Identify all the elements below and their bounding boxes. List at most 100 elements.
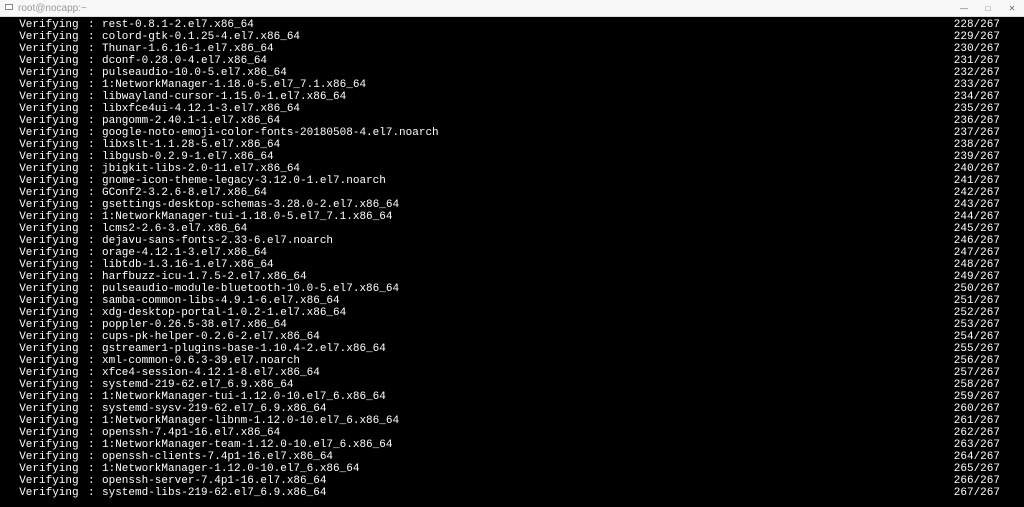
verify-label: Verifying — [6, 79, 88, 91]
progress-counter: 266/267 — [940, 475, 1000, 487]
progress-counter: 262/267 — [940, 427, 1000, 439]
package-name: colord-gtk-0.1.25-4.el7.x86_64 — [102, 31, 940, 43]
verify-label: Verifying — [6, 331, 88, 343]
progress-counter: 257/267 — [940, 367, 1000, 379]
output-line: Verifying: rest-0.8.1-2.el7.x86_64228/26… — [6, 19, 1000, 31]
output-line: Verifying: lcms2-2.6-3.el7.x86_64245/267 — [6, 223, 1000, 235]
verify-label: Verifying — [6, 343, 88, 355]
package-name: pangomm-2.40.1-1.el7.x86_64 — [102, 115, 940, 127]
colon: : — [88, 403, 102, 415]
colon: : — [88, 55, 102, 67]
output-line: Verifying: gnome-icon-theme-legacy-3.12.… — [6, 175, 1000, 187]
output-line: Verifying: 1:NetworkManager-libnm-1.12.0… — [6, 415, 1000, 427]
colon: : — [88, 223, 102, 235]
output-line: Verifying: systemd-219-62.el7_6.9.x86_64… — [6, 379, 1000, 391]
verify-label: Verifying — [6, 175, 88, 187]
package-name: rest-0.8.1-2.el7.x86_64 — [102, 19, 940, 31]
package-name: systemd-219-62.el7_6.9.x86_64 — [102, 379, 940, 391]
progress-counter: 251/267 — [940, 295, 1000, 307]
progress-counter: 243/267 — [940, 199, 1000, 211]
colon: : — [88, 331, 102, 343]
window-titlebar[interactable]: root@nocapp:~ — □ ✕ — [0, 0, 1024, 17]
verify-label: Verifying — [6, 211, 88, 223]
verify-label: Verifying — [6, 271, 88, 283]
progress-counter: 267/267 — [940, 487, 1000, 499]
output-line: Verifying: libgusb-0.2.9-1.el7.x86_64239… — [6, 151, 1000, 163]
verify-label: Verifying — [6, 139, 88, 151]
package-name: 1:NetworkManager-team-1.12.0-10.el7_6.x8… — [102, 439, 940, 451]
verify-label: Verifying — [6, 223, 88, 235]
output-line: Verifying: pangomm-2.40.1-1.el7.x86_6423… — [6, 115, 1000, 127]
colon: : — [88, 451, 102, 463]
verify-label: Verifying — [6, 415, 88, 427]
progress-counter: 256/267 — [940, 355, 1000, 367]
colon: : — [88, 355, 102, 367]
output-line: Verifying: harfbuzz-icu-1.7.5-2.el7.x86_… — [6, 271, 1000, 283]
colon: : — [88, 427, 102, 439]
package-name: xdg-desktop-portal-1.0.2-1.el7.x86_64 — [102, 307, 940, 319]
progress-counter: 258/267 — [940, 379, 1000, 391]
progress-counter: 248/267 — [940, 259, 1000, 271]
package-name: systemd-libs-219-62.el7_6.9.x86_64 — [102, 487, 940, 499]
minimize-button[interactable]: — — [952, 0, 976, 16]
output-line: Verifying: GConf2-3.2.6-8.el7.x86_64242/… — [6, 187, 1000, 199]
package-name: google-noto-emoji-color-fonts-20180508-4… — [102, 127, 940, 139]
package-name: dconf-0.28.0-4.el7.x86_64 — [102, 55, 940, 67]
putty-icon — [4, 3, 14, 13]
verify-label: Verifying — [6, 295, 88, 307]
verify-label: Verifying — [6, 355, 88, 367]
package-name: GConf2-3.2.6-8.el7.x86_64 — [102, 187, 940, 199]
colon: : — [88, 307, 102, 319]
colon: : — [88, 259, 102, 271]
colon: : — [88, 163, 102, 175]
progress-counter: 235/267 — [940, 103, 1000, 115]
package-name: 1:NetworkManager-libnm-1.12.0-10.el7_6.x… — [102, 415, 940, 427]
terminal-output[interactable]: Verifying: rest-0.8.1-2.el7.x86_64228/26… — [0, 17, 1024, 507]
verify-label: Verifying — [6, 91, 88, 103]
colon: : — [88, 115, 102, 127]
verify-label: Verifying — [6, 439, 88, 451]
output-line: Verifying: systemd-sysv-219-62.el7_6.9.x… — [6, 403, 1000, 415]
colon: : — [88, 139, 102, 151]
output-line: Verifying: pulseaudio-10.0-5.el7.x86_642… — [6, 67, 1000, 79]
progress-counter: 239/267 — [940, 151, 1000, 163]
verify-label: Verifying — [6, 463, 88, 475]
package-name: openssh-server-7.4p1-16.el7.x86_64 — [102, 475, 940, 487]
maximize-button[interactable]: □ — [976, 0, 1000, 16]
colon: : — [88, 79, 102, 91]
package-name: jbigkit-libs-2.0-11.el7.x86_64 — [102, 163, 940, 175]
output-line: Verifying: libtdb-1.3.16-1.el7.x86_64248… — [6, 259, 1000, 271]
package-name: pulseaudio-10.0-5.el7.x86_64 — [102, 67, 940, 79]
output-line: Verifying: 1:NetworkManager-tui-1.12.0-1… — [6, 391, 1000, 403]
colon: : — [88, 439, 102, 451]
output-line: Verifying: libxslt-1.1.28-5.el7.x86_6423… — [6, 139, 1000, 151]
verify-label: Verifying — [6, 43, 88, 55]
package-name: 1:NetworkManager-tui-1.18.0-5.el7_7.1.x8… — [102, 211, 940, 223]
verify-label: Verifying — [6, 487, 88, 499]
verify-label: Verifying — [6, 187, 88, 199]
verify-label: Verifying — [6, 55, 88, 67]
colon: : — [88, 379, 102, 391]
package-name: libgusb-0.2.9-1.el7.x86_64 — [102, 151, 940, 163]
verify-label: Verifying — [6, 115, 88, 127]
output-line: Verifying: dejavu-sans-fonts-2.33-6.el7.… — [6, 235, 1000, 247]
verify-label: Verifying — [6, 451, 88, 463]
package-name: 1:NetworkManager-1.18.0-5.el7_7.1.x86_64 — [102, 79, 940, 91]
verify-label: Verifying — [6, 235, 88, 247]
progress-counter: 249/267 — [940, 271, 1000, 283]
colon: : — [88, 127, 102, 139]
progress-counter: 260/267 — [940, 403, 1000, 415]
colon: : — [88, 271, 102, 283]
output-line: Verifying: jbigkit-libs-2.0-11.el7.x86_6… — [6, 163, 1000, 175]
progress-counter: 231/267 — [940, 55, 1000, 67]
package-name: 1:NetworkManager-tui-1.12.0-10.el7_6.x86… — [102, 391, 940, 403]
output-line: Verifying: xml-common-0.6.3-39.el7.noarc… — [6, 355, 1000, 367]
close-button[interactable]: ✕ — [1000, 0, 1024, 16]
package-name: dejavu-sans-fonts-2.33-6.el7.noarch — [102, 235, 940, 247]
package-name: libtdb-1.3.16-1.el7.x86_64 — [102, 259, 940, 271]
colon: : — [88, 475, 102, 487]
colon: : — [88, 103, 102, 115]
output-line: Verifying: pulseaudio-module-bluetooth-1… — [6, 283, 1000, 295]
colon: : — [88, 199, 102, 211]
progress-counter: 229/267 — [940, 31, 1000, 43]
